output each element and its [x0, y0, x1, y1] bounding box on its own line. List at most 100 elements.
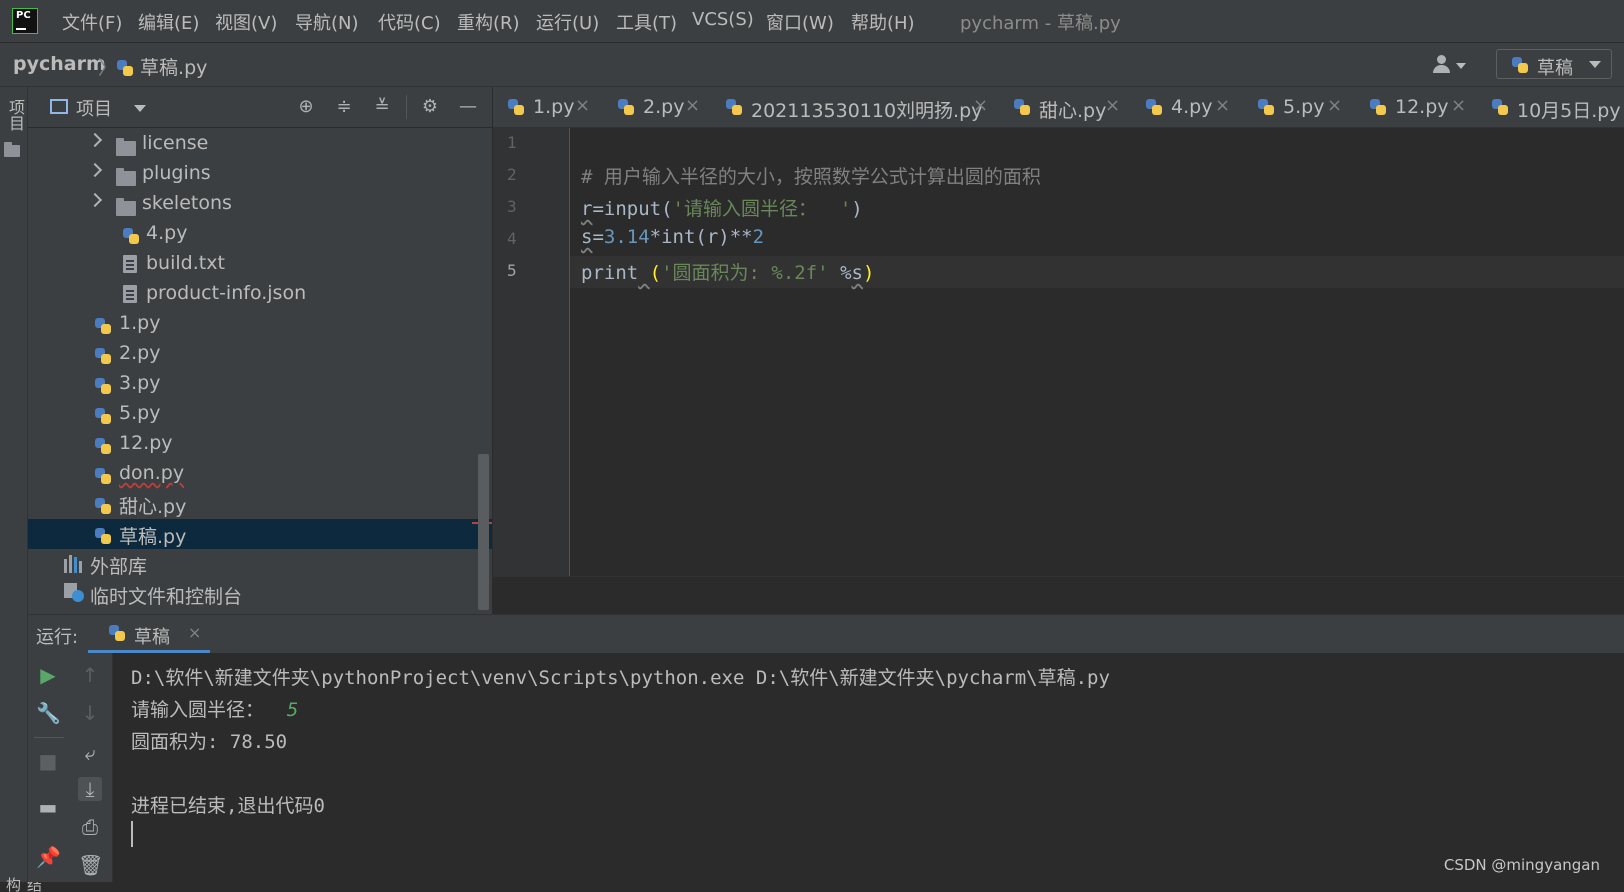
menu-navigate[interactable]: 导航(N)	[295, 9, 359, 35]
pin-icon[interactable]: 📌	[36, 845, 61, 869]
close-icon[interactable]: ×	[575, 95, 590, 116]
watermark: CSDN @mingyangan	[1443, 856, 1600, 874]
python-file-icon	[507, 98, 525, 116]
scratch-clock-icon	[64, 583, 84, 608]
tab-2-py[interactable]: 2.py ×	[603, 87, 705, 127]
close-icon[interactable]: ×	[1105, 95, 1120, 116]
gear-icon[interactable]: ⚙	[420, 97, 440, 117]
menu-window[interactable]: 窗口(W)	[766, 9, 834, 35]
tree-item-12-py[interactable]: 12.py	[28, 429, 492, 459]
python-file-icon	[1145, 98, 1163, 116]
close-icon[interactable]: ×	[685, 95, 700, 116]
code-string: '圆面积为: %.2f'	[661, 262, 829, 284]
line-number: 4	[507, 229, 517, 248]
scroll-to-end-icon[interactable]: ⤓	[78, 777, 102, 801]
code-editor[interactable]: 1 2 3 4 5 # 用户输入半径的大小，按照数学公式计算出圆的面积 r=in…	[493, 128, 1624, 576]
chevron-down-icon	[1589, 61, 1601, 68]
close-icon[interactable]: ×	[1451, 95, 1466, 116]
tree-item-product-info-json[interactable]: product-info.json	[28, 279, 492, 309]
menu-edit[interactable]: 编辑(E)	[138, 9, 199, 35]
tree-item-4-py[interactable]: 4.py	[28, 219, 492, 249]
tab-4-py[interactable]: 4.py ×	[1131, 87, 1235, 127]
console-user-input: 5	[286, 699, 299, 721]
line-number-current: 5	[507, 261, 517, 280]
print-icon[interactable]: ⎙	[78, 815, 102, 839]
layout-icon[interactable]: ▬	[36, 795, 60, 819]
menu-run[interactable]: 运行(U)	[536, 9, 599, 35]
navigation-bar: pycharm 〉 草稿.py 草稿	[0, 43, 1624, 87]
tree-item-2-py[interactable]: 2.py	[28, 339, 492, 369]
tree-item-scratches[interactable]: 临时文件和控制台	[28, 579, 492, 609]
tree-item-caogao-py[interactable]: 草稿.py	[28, 519, 492, 549]
run-tab-caogao[interactable]: 草稿 ×	[88, 615, 210, 653]
locate-file-icon[interactable]: ⊕	[296, 97, 316, 117]
soft-wrap-icon[interactable]: ⤶	[78, 741, 102, 765]
breadcrumb-file[interactable]: 草稿.py	[116, 53, 207, 80]
wrench-icon[interactable]: 🔧	[36, 701, 61, 725]
code-call: =input(	[592, 198, 673, 220]
expand-all-icon[interactable]: ≑	[334, 97, 354, 117]
tree-item-3-py[interactable]: 3.py	[28, 369, 492, 399]
close-icon[interactable]: ×	[188, 623, 201, 642]
hide-panel-icon[interactable]: —	[458, 97, 478, 117]
menu-tools[interactable]: 工具(T)	[616, 9, 677, 35]
tree-item-label: 草稿.py	[119, 526, 187, 548]
project-folder-icon[interactable]	[4, 139, 20, 160]
project-view-icon	[50, 99, 68, 114]
text-file-icon	[123, 255, 137, 278]
tree-item-don-py[interactable]: don.py	[28, 459, 492, 489]
tree-item-external-libraries[interactable]: 外部库	[28, 549, 492, 579]
arrow-down-icon[interactable]: ↓	[78, 701, 102, 725]
run-panel-title: 运行:	[36, 627, 79, 648]
code-paren: )	[851, 198, 863, 220]
console-prompt: 请输入圆半径：	[131, 699, 287, 721]
tree-item-tianxin-py[interactable]: 甜心.py	[28, 489, 492, 519]
menu-file[interactable]: 文件(F)	[62, 9, 122, 35]
tab-oct5-py[interactable]: 10月5日.py	[1477, 87, 1624, 127]
run-console[interactable]: D:\软件\新建文件夹\pythonProject\venv\Scripts\p…	[113, 653, 1624, 882]
tab-label: 10月5日.py	[1517, 100, 1621, 122]
menu-vcs[interactable]: VCS(S)	[692, 9, 754, 30]
project-tree-scrollbar[interactable]	[478, 454, 489, 610]
menu-view[interactable]: 视图(V)	[215, 9, 277, 35]
tab-1-py[interactable]: 1.py ×	[493, 87, 595, 127]
project-tool-tab[interactable]: 项目	[3, 99, 27, 131]
user-dropdown-icon[interactable]	[1456, 63, 1466, 69]
tree-item-label: build.txt	[146, 252, 225, 274]
arrow-up-icon[interactable]: ↑	[78, 663, 102, 687]
close-icon[interactable]: ×	[1327, 95, 1342, 116]
run-panel-header: 运行: 草稿 ×	[28, 614, 1624, 653]
project-view-dropdown-icon[interactable]	[134, 105, 146, 112]
tree-item-license[interactable]: license	[28, 129, 492, 159]
trash-icon[interactable]: 🗑	[78, 853, 103, 877]
tab-tianxin-py[interactable]: 甜心.py ×	[999, 87, 1125, 127]
menu-code[interactable]: 代码(C)	[378, 9, 441, 35]
console-text-caret	[131, 821, 133, 847]
tree-item-build-txt[interactable]: build.txt	[28, 249, 492, 279]
chevron-right-icon[interactable]	[87, 132, 103, 148]
collapse-all-icon[interactable]: ≚	[372, 97, 392, 117]
tree-item-5-py[interactable]: 5.py	[28, 399, 492, 429]
tab-12-py[interactable]: 12.py ×	[1355, 87, 1469, 127]
chevron-right-icon[interactable]	[87, 162, 103, 178]
tab-5-py[interactable]: 5.py ×	[1243, 87, 1347, 127]
rerun-play-icon[interactable]: ▶	[36, 663, 60, 687]
stop-icon[interactable]: ■	[36, 749, 60, 773]
run-configuration-select[interactable]: 草稿	[1496, 49, 1612, 79]
folder-icon	[116, 197, 136, 219]
user-account-icon[interactable]	[1432, 55, 1452, 75]
tree-item-1-py[interactable]: 1.py	[28, 309, 492, 339]
close-icon[interactable]: ×	[1215, 95, 1230, 116]
tree-item-skeletons[interactable]: skeletons	[28, 189, 492, 219]
breadcrumb-project[interactable]: pycharm	[13, 53, 106, 75]
menu-help[interactable]: 帮助(H)	[851, 9, 915, 35]
code-number: 3.14	[603, 226, 650, 248]
close-icon[interactable]: ×	[973, 95, 988, 116]
tree-item-plugins[interactable]: plugins	[28, 159, 492, 189]
code-paren-matched: (	[649, 262, 662, 284]
run-toolbar: ▶ 🔧 ■ ▬ 📌 ↑ ↓ ⤶ ⤓ ⎙ 🗑	[28, 653, 113, 882]
chevron-right-icon[interactable]	[87, 192, 103, 208]
tab-student-py[interactable]: 202113530110刘明扬.py ×	[711, 87, 993, 127]
menu-refactor[interactable]: 重构(R)	[457, 9, 520, 35]
project-panel-title[interactable]: 项目	[76, 95, 112, 121]
